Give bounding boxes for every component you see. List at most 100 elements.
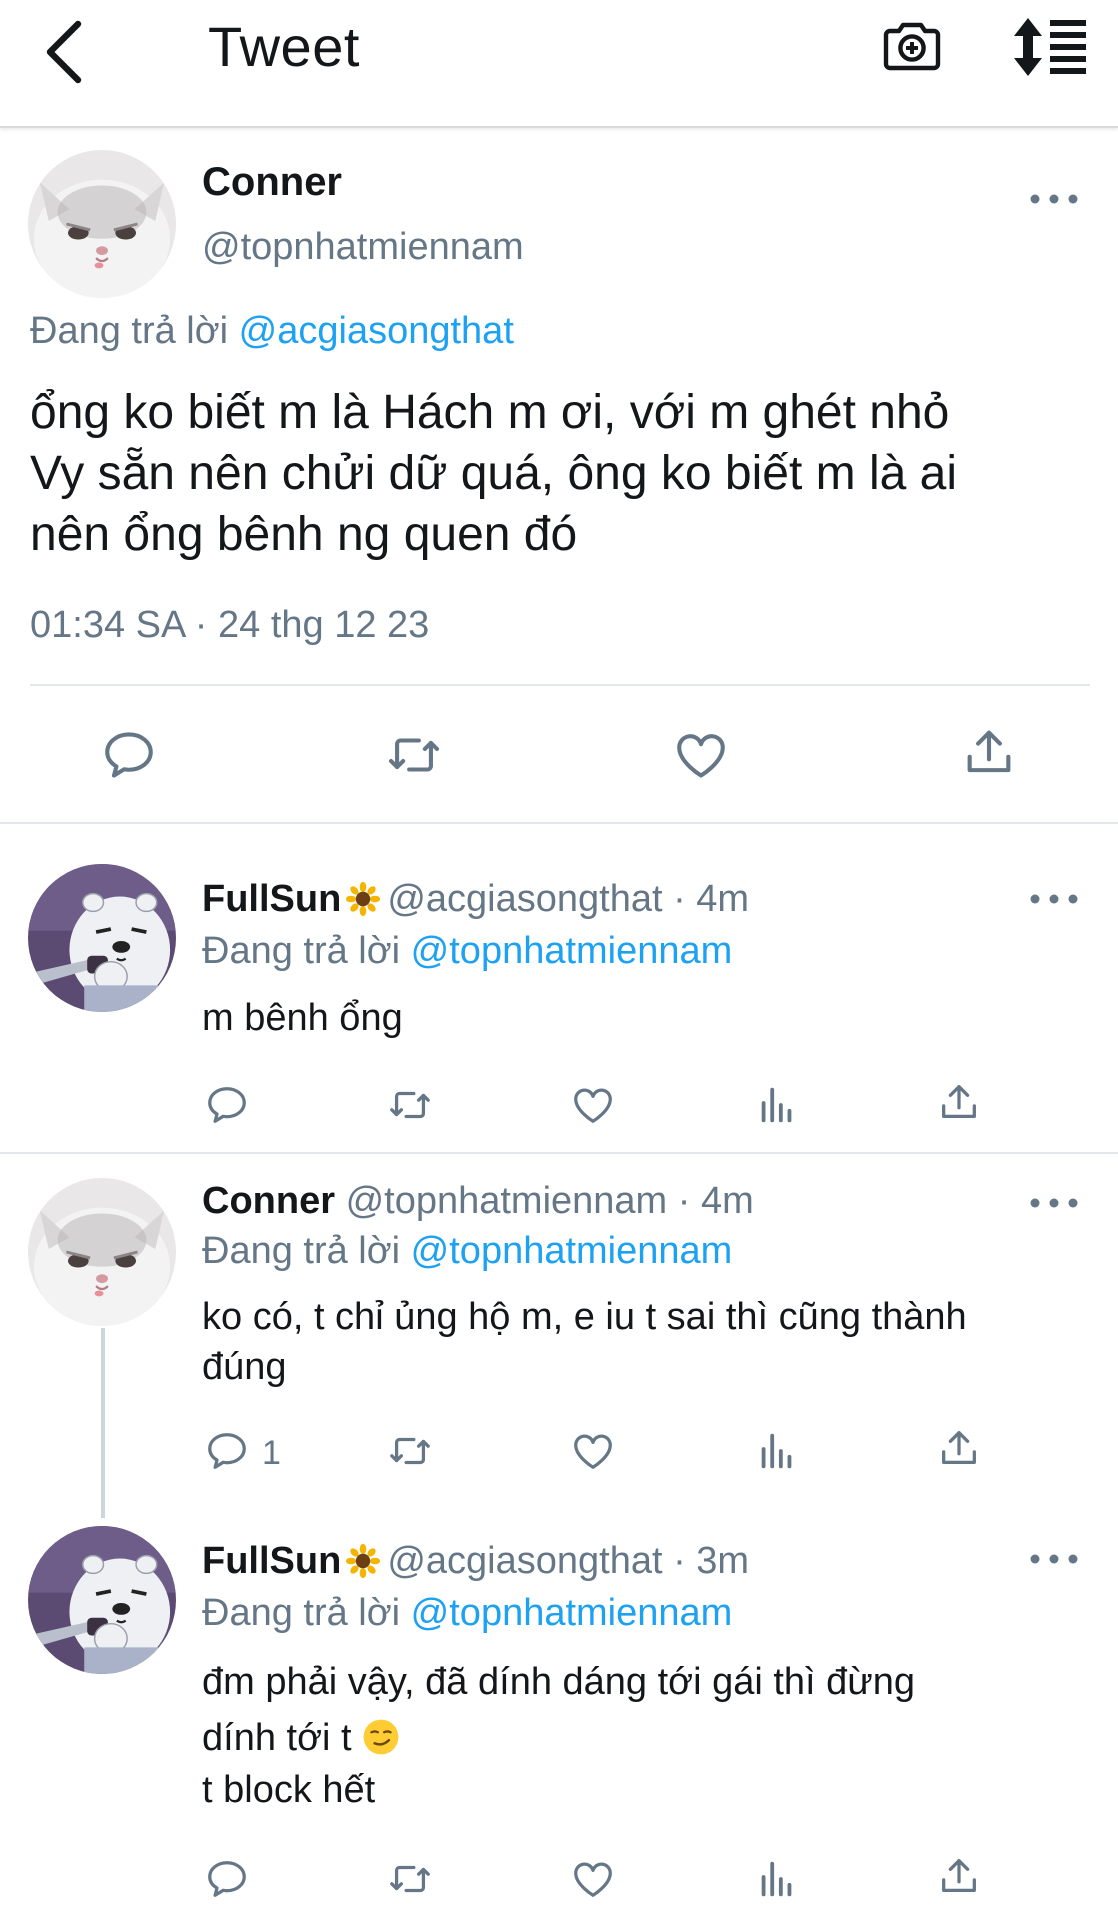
replying-to: Đang trả lời @acgiasongthat (30, 310, 514, 353)
reply-icon (204, 1856, 250, 1902)
tweet-text-line: ổng ko biết m là Hách m ơi, với m ghét n… (30, 386, 950, 439)
replying-prefix: Đang trả lời (202, 930, 411, 972)
tweet-text: ko có, t chỉ ủng hộ m, e iu t sai thì cũ… (202, 1292, 1102, 1392)
tweet-text-line: Vy sẵn nên chửi dữ quá, ông ko biết m là… (30, 447, 958, 500)
tweet-text: m bênh ổng (202, 993, 1082, 1043)
like-button[interactable] (570, 1856, 616, 1902)
author-handle[interactable]: @topnhatmiennam (202, 226, 524, 269)
more-icon (1028, 1196, 1080, 1210)
reply-icon (100, 726, 158, 784)
author-name[interactable]: FullSun (202, 878, 341, 920)
author-name[interactable]: Conner (202, 1180, 335, 1222)
cat-avatar-image (28, 150, 176, 298)
more-icon (1028, 1552, 1080, 1566)
share-button[interactable] (960, 722, 1018, 782)
smirk-emoji-icon (362, 1718, 400, 1756)
tweet-text-line: nên ổng bênh ng quen đó (30, 508, 578, 561)
author-handle-time[interactable]: @acgiasongthat · 3m (387, 1540, 749, 1582)
retweet-button[interactable] (384, 1856, 436, 1902)
back-button[interactable] (38, 18, 94, 86)
heart-icon (570, 1082, 616, 1128)
divider (0, 1152, 1118, 1154)
replying-to: Đang trả lời @topnhatmiennam (202, 1230, 732, 1273)
tweet-timestamp[interactable]: 01:34 SA · 24 thg 12 23 (30, 604, 429, 647)
more-options-button[interactable] (1028, 1552, 1080, 1578)
replying-prefix: Đang trả lời (202, 1592, 411, 1634)
avatar[interactable] (28, 864, 176, 1012)
share-icon (960, 722, 1018, 782)
tweet-text-line: ko có, t chỉ ủng hộ m, e iu t sai thì cũ… (202, 1296, 967, 1338)
chevron-left-icon (46, 20, 82, 84)
stats-icon (754, 1082, 800, 1128)
share-icon (936, 1078, 982, 1126)
sunflower-emoji-icon (345, 1543, 381, 1579)
share-button[interactable] (936, 1078, 982, 1126)
tweet-text: đm phải vậy, đã dính dáng tới gái thì đừ… (202, 1654, 1082, 1814)
author-handle-time[interactable]: @topnhatmiennam · 4m (346, 1180, 754, 1222)
reply-button[interactable] (204, 1428, 250, 1474)
reply-button[interactable] (204, 1082, 250, 1128)
camera-button[interactable] (880, 14, 944, 78)
retweet-button[interactable] (384, 1082, 436, 1128)
reply-icon (204, 1428, 250, 1474)
heart-icon (570, 1428, 616, 1474)
stats-icon (754, 1856, 800, 1902)
tweet-text-line: đm phải vậy, đã dính dáng tới gái thì đừ… (202, 1661, 916, 1703)
replying-to-link[interactable]: @topnhatmiennam (411, 1592, 733, 1634)
replying-to-link[interactable]: @acgiasongthat (239, 310, 514, 352)
retweet-icon (384, 1428, 436, 1474)
sort-icon (1014, 18, 1086, 76)
thread-line (101, 1328, 105, 1518)
page-title: Tweet (208, 15, 360, 78)
tweet-text-line: t block hết (202, 1769, 376, 1811)
share-icon (936, 1852, 982, 1900)
bear-avatar-image (28, 864, 176, 1012)
cat-avatar-image (28, 1178, 176, 1326)
retweet-button[interactable] (384, 1428, 436, 1474)
more-options-button[interactable] (1028, 892, 1080, 918)
avatar[interactable] (28, 1178, 176, 1326)
divider (30, 684, 1090, 686)
more-icon (1028, 892, 1080, 906)
bear-avatar-image (28, 1526, 176, 1674)
avatar[interactable] (28, 1526, 176, 1674)
camera-add-icon (883, 22, 941, 71)
avatar[interactable] (28, 150, 176, 298)
reply-button[interactable] (204, 1856, 250, 1902)
view-stats-button[interactable] (754, 1856, 800, 1902)
retweet-icon (384, 1856, 436, 1902)
share-icon (936, 1424, 982, 1472)
tweet-text-line: m bênh ổng (202, 997, 403, 1039)
share-button[interactable] (936, 1424, 982, 1472)
like-button[interactable] (570, 1428, 616, 1474)
tweet-text-line: dính tới t (202, 1717, 352, 1759)
reply-button[interactable] (100, 726, 158, 784)
more-icon (1028, 192, 1080, 206)
like-button[interactable] (672, 726, 730, 784)
share-button[interactable] (936, 1852, 982, 1900)
heart-icon (672, 726, 730, 784)
retweet-icon (384, 726, 444, 784)
sort-button[interactable] (1012, 16, 1088, 78)
reply-header: Conner @topnhatmiennam · 4m (202, 1180, 754, 1223)
more-options-button[interactable] (1028, 192, 1080, 218)
reply-header: FullSun @acgiasongthat · 3m (202, 1540, 749, 1583)
author-name[interactable]: FullSun (202, 1540, 341, 1582)
view-stats-button[interactable] (754, 1428, 800, 1474)
replying-to-link[interactable]: @topnhatmiennam (411, 930, 733, 972)
author-handle-time[interactable]: @acgiasongthat · 4m (387, 878, 749, 920)
retweet-button[interactable] (384, 726, 444, 784)
more-options-button[interactable] (1028, 1196, 1080, 1222)
reply-count: 1 (262, 1434, 281, 1472)
author-name[interactable]: Conner (202, 160, 342, 205)
replying-prefix: Đang trả lời (202, 1230, 411, 1272)
replying-to-link[interactable]: @topnhatmiennam (411, 1230, 733, 1272)
replying-prefix: Đang trả lời (30, 310, 239, 352)
reply-icon (204, 1082, 250, 1128)
tweet-text-line: đúng (202, 1346, 287, 1388)
like-button[interactable] (570, 1082, 616, 1128)
heart-icon (570, 1856, 616, 1902)
view-stats-button[interactable] (754, 1082, 800, 1128)
top-bar: Tweet (0, 0, 1118, 128)
reply-header: FullSun @acgiasongthat · 4m (202, 878, 749, 921)
